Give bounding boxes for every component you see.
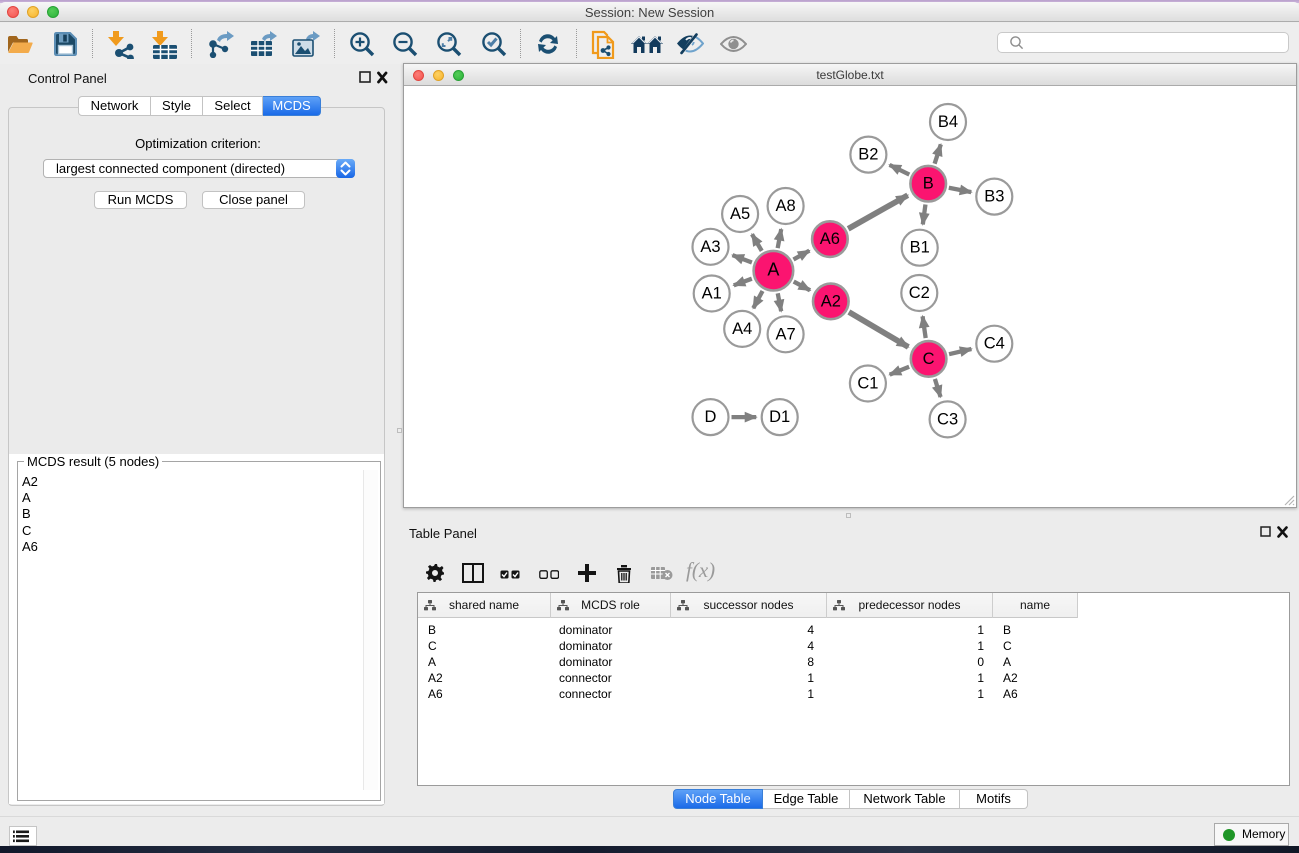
svg-text:A2: A2 xyxy=(821,292,841,310)
svg-text:C1: C1 xyxy=(857,375,878,393)
svg-text:A4: A4 xyxy=(732,320,752,338)
svg-text:C2: C2 xyxy=(909,284,930,302)
svg-text:B3: B3 xyxy=(984,188,1004,206)
svg-text:A6: A6 xyxy=(820,230,840,248)
svg-text:A3: A3 xyxy=(700,238,720,256)
svg-text:B2: B2 xyxy=(858,146,878,164)
svg-text:A: A xyxy=(767,260,779,280)
svg-text:A1: A1 xyxy=(702,285,722,303)
svg-text:A8: A8 xyxy=(776,197,796,215)
svg-text:C4: C4 xyxy=(984,335,1005,353)
svg-text:C3: C3 xyxy=(937,410,958,428)
svg-text:B1: B1 xyxy=(910,239,930,257)
svg-text:D1: D1 xyxy=(769,408,790,426)
svg-text:B4: B4 xyxy=(938,113,958,131)
svg-text:B: B xyxy=(923,175,934,193)
svg-text:C: C xyxy=(923,350,935,368)
svg-text:A5: A5 xyxy=(730,205,750,223)
svg-text:A7: A7 xyxy=(776,325,796,343)
svg-text:D: D xyxy=(705,408,717,426)
